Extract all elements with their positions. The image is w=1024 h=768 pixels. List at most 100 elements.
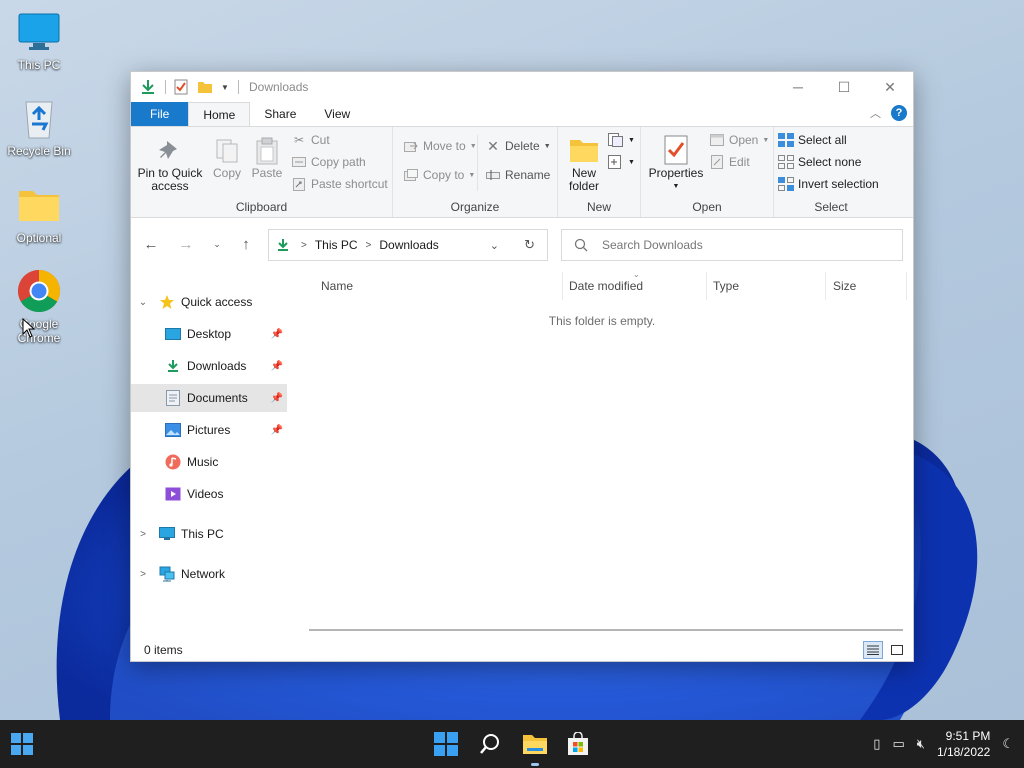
expand-chevron-icon[interactable]: > [137,569,149,580]
column-header-date-modified[interactable]: Date modified ⌄ [569,270,707,300]
pictures-icon [165,422,181,438]
clock[interactable]: 9:51 PM 1/18/2022 [937,728,990,760]
taskbar-start-button[interactable] [430,728,462,760]
nav-item-network[interactable]: > Network [131,560,287,588]
search-icon [480,734,499,754]
paste-button[interactable]: Paste [247,135,287,180]
properties-quick-access-icon[interactable] [172,78,190,96]
search-placeholder: Search Downloads [602,238,703,252]
new-folder-quick-access-icon[interactable] [196,78,214,96]
taskbar-search-button[interactable] [474,728,506,760]
nav-item-music[interactable]: Music [131,448,287,476]
tab-home[interactable]: Home [188,102,251,126]
copy-button[interactable]: Copy [207,135,247,180]
open-icon [709,133,725,147]
speaker-muted-icon[interactable]: 🔇︎ [917,736,925,752]
expand-chevron-icon[interactable]: ⌄ [137,297,149,308]
ribbon-group-clipboard: Pin to Quick access Copy Paste ✂ Cut Copy… [131,127,393,217]
column-header-type[interactable]: Type [713,272,826,300]
copy-to-button[interactable]: Copy to ▼ [403,168,475,182]
forward-arrow-icon[interactable]: → [176,234,196,254]
window-title: Downloads [249,80,309,94]
minimize-button[interactable]: ─ [775,72,821,102]
properties-button[interactable]: Properties ▼ [643,133,709,193]
horizontal-scrollbar[interactable] [309,629,903,631]
taskbar-file-explorer-button[interactable] [519,728,551,766]
search-input[interactable]: Search Downloads [561,229,903,261]
maximize-button[interactable]: ☐ [821,72,867,102]
ribbon-group-open: Properties ▼ Open ▼ Edit Open [641,127,774,217]
pin-icon: 📌 [270,392,283,404]
new-item-icon [608,133,624,147]
tab-share[interactable]: Share [250,102,310,126]
refresh-icon[interactable]: ↻ [524,237,535,253]
up-arrow-icon[interactable]: ↑ [236,234,256,254]
nav-item-pictures[interactable]: Pictures 📌 [131,416,287,444]
details-view-button[interactable] [863,641,883,659]
recent-locations-chevron-icon[interactable]: ⌄ [207,234,227,254]
column-header-size[interactable]: Size [833,272,907,300]
rename-icon [485,168,501,182]
start-button[interactable] [6,728,38,760]
breadcrumb-this-pc[interactable]: This PC [315,238,358,252]
network-status-icon[interactable]: ▭ [892,736,904,752]
download-arrow-icon [139,78,157,96]
new-folder-icon [562,133,606,167]
usb-device-icon[interactable]: ▯ [873,736,880,752]
address-bar[interactable]: > This PC > Downloads ⌄ ↻ [268,229,548,261]
help-button[interactable]: ? [891,105,907,121]
title-bar[interactable]: ▼ Downloads ─ ☐ ✕ [131,72,913,102]
address-dropdown-icon[interactable]: ⌄ [490,239,499,252]
delete-button[interactable]: ✕ Delete ▼ [485,138,551,154]
back-arrow-icon[interactable]: ← [141,234,161,254]
network-icon [159,566,175,582]
rename-button[interactable]: Rename [485,168,550,182]
desktop-icon-optional[interactable]: Optional [4,183,74,245]
group-label-new: New [586,200,611,214]
select-all-button[interactable]: Select all [778,133,847,147]
cut-button[interactable]: ✂ Cut [291,133,330,147]
focus-assist-moon-icon[interactable]: ☾ [1002,736,1014,752]
properties-icon [643,133,709,167]
copy-path-button[interactable]: Copy path [291,155,366,169]
move-to-icon [403,139,419,153]
invert-selection-button[interactable]: Invert selection [778,177,879,191]
pin-to-quick-access-button[interactable]: Pin to Quick access [135,135,205,193]
new-folder-button[interactable]: New folder [562,133,606,193]
column-header-name[interactable]: Name [321,272,563,300]
navigation-bar: ← → ⌄ ↑ > This PC > Downloads ⌄ ↻ Search D… [131,218,913,272]
breadcrumb-downloads[interactable]: Downloads [379,238,438,252]
close-button[interactable]: ✕ [867,72,913,102]
nav-item-desktop[interactable]: Desktop 📌 [131,320,287,348]
nav-item-this-pc[interactable]: > This PC [131,520,287,548]
expand-chevron-icon[interactable]: > [137,529,149,540]
edit-button[interactable]: Edit [709,155,750,169]
open-button[interactable]: Open ▼ [709,133,769,147]
content-area: ⌄ Quick access Desktop 📌 Downloads 📌 Doc… [131,270,913,639]
system-tray: ▯ ▭ 🔇︎ 9:51 PM 1/18/2022 ☾ [873,720,1024,768]
quick-access-dropdown-icon[interactable]: ▼ [220,78,230,96]
desktop-icon-this-pc[interactable]: This PC [4,10,74,72]
nav-item-downloads[interactable]: Downloads 📌 [131,352,287,380]
select-all-icon [778,133,794,147]
paste-shortcut-button[interactable]: Paste shortcut [291,177,388,191]
invert-selection-icon [778,177,794,191]
easy-access-button[interactable]: ▼ [608,155,635,169]
desktop-icon-recycle-bin[interactable]: Recycle Bin [4,96,74,158]
move-to-button[interactable]: Move to ▼ [403,139,477,153]
select-none-button[interactable]: Select none [778,155,861,169]
collapse-ribbon-icon[interactable]: ︿ [870,105,881,121]
tab-file[interactable]: File [131,102,189,126]
nav-item-quick-access[interactable]: ⌄ Quick access [131,288,287,316]
large-icons-view-button[interactable] [887,641,907,659]
desktop-icon-google-chrome[interactable]: Google Chrome [4,269,74,345]
desktop-icon-label: Recycle Bin [7,144,71,158]
nav-item-documents[interactable]: Documents 📌 [131,384,287,412]
nav-item-videos[interactable]: Videos [131,480,287,508]
new-item-button[interactable]: ▼ [608,133,635,147]
chrome-icon [17,269,61,313]
taskbar-microsoft-store-button[interactable] [562,728,594,760]
group-label-select: Select [814,200,848,214]
tab-view[interactable]: View [310,102,364,126]
ribbon-group-organize: Move to ▼ Copy to ▼ ✕ Delete ▼ Rename Organi… [393,127,558,217]
